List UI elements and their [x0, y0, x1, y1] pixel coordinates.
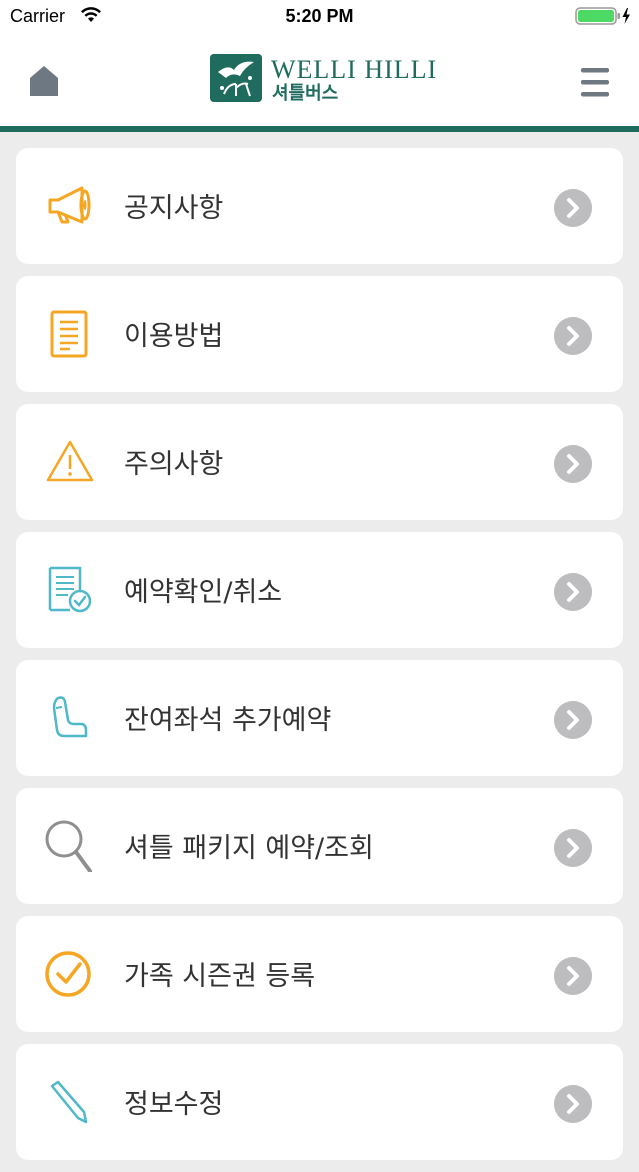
logo-subtitle: 셔틀버스 — [272, 83, 339, 104]
megaphone-icon — [48, 186, 91, 224]
menu-item-notice[interactable]: 공지사항 — [16, 148, 623, 264]
chevron-right-icon[interactable] — [554, 189, 592, 227]
search-icon — [45, 820, 92, 872]
menu-item-label: 잔여좌석 추가예약 — [124, 705, 332, 736]
chevron-right-icon[interactable] — [554, 701, 592, 739]
app-header: WELLI HILLI 셔틀버스 — [0, 34, 639, 126]
menu-item-label: 공지사항 — [124, 193, 224, 224]
menu-item-edit-info[interactable]: 정보수정 — [16, 1044, 623, 1160]
menu-item-how-to-use[interactable]: 이용방법 — [16, 276, 623, 392]
chevron-right-icon[interactable] — [554, 1085, 592, 1123]
menu-item-label: 주의사항 — [124, 449, 224, 480]
document-icon — [50, 310, 88, 358]
menu-item-label: 가족 시즌권 등록 — [124, 961, 316, 992]
menu-list: 공지사항 이용방법 주의사항 예약확인/취소 잔여좌석 추가예약 셔틀 패키지 … — [16, 148, 623, 1172]
chevron-right-icon[interactable] — [554, 445, 592, 483]
home-icon[interactable] — [28, 64, 60, 98]
header-divider — [0, 126, 639, 132]
menu-item-extra-seat[interactable]: 잔여좌석 추가예약 — [16, 660, 623, 776]
menu-item-shuttle-package[interactable]: 셔틀 패키지 예약/조회 — [16, 788, 623, 904]
seat-icon — [52, 696, 88, 738]
chevron-right-icon[interactable] — [554, 317, 592, 355]
pencil-icon — [50, 1080, 88, 1124]
menu-item-reservation-check[interactable]: 예약확인/취소 — [16, 532, 623, 648]
status-bar: Carrier 5:20 PM — [0, 0, 639, 34]
warning-icon — [46, 440, 94, 482]
clock: 5:20 PM — [285, 6, 354, 26]
battery-icon — [575, 7, 630, 25]
chevron-right-icon[interactable] — [554, 829, 592, 867]
menu-item-family-season-pass[interactable]: 가족 시즌권 등록 — [16, 916, 623, 1032]
check-circle-icon — [45, 951, 91, 997]
brand-logo: WELLI HILLI 셔틀버스 — [210, 54, 450, 106]
hamburger-menu-icon[interactable] — [580, 65, 610, 99]
menu-item-label: 정보수정 — [124, 1089, 224, 1120]
menu-item-label: 이용방법 — [124, 321, 224, 352]
menu-item-label: 예약확인/취소 — [124, 577, 283, 608]
menu-item-label: 셔틀 패키지 예약/조회 — [124, 833, 374, 864]
chevron-right-icon[interactable] — [554, 573, 592, 611]
menu-item-cautions[interactable]: 주의사항 — [16, 404, 623, 520]
logo-mark-icon — [210, 54, 262, 102]
document-check-icon — [48, 566, 92, 613]
chevron-right-icon[interactable] — [554, 957, 592, 995]
